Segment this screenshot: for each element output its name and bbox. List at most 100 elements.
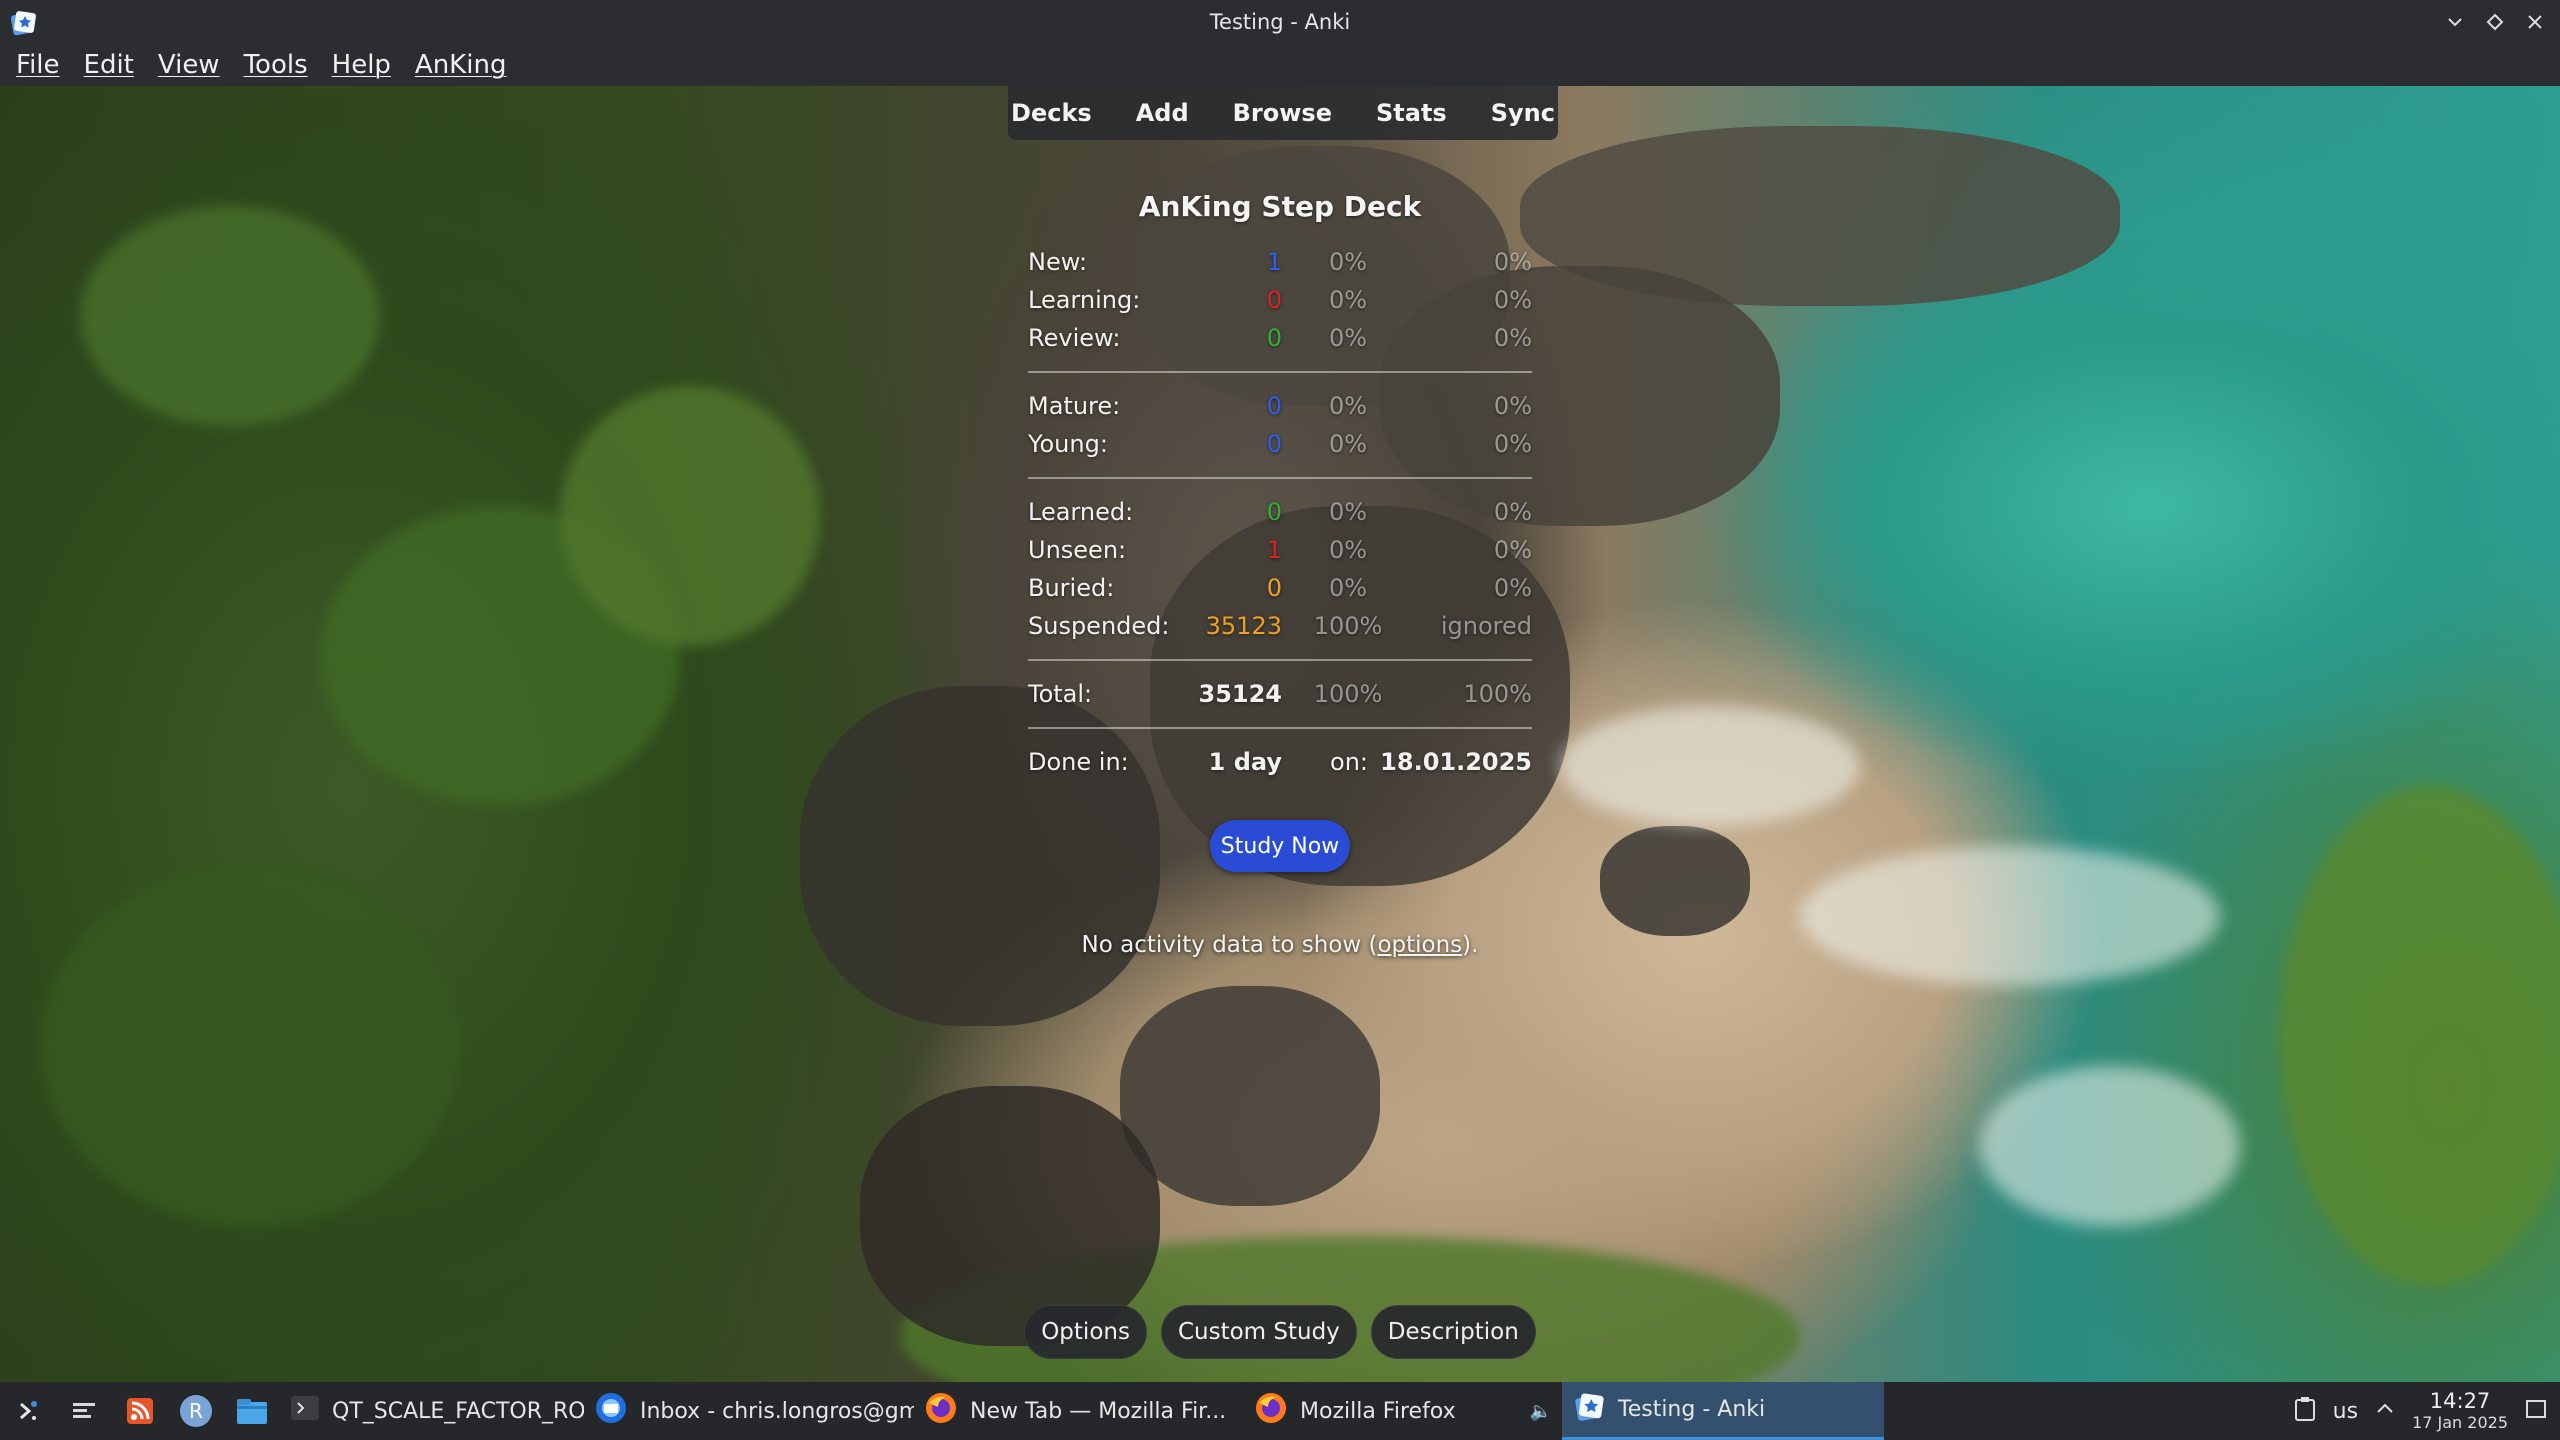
menu-anking[interactable]: AnKing xyxy=(415,50,519,80)
stat-unseen: Unseen: 1 0% 0% xyxy=(1028,531,1532,569)
menu-tools[interactable]: Tools xyxy=(244,50,320,80)
divider xyxy=(1028,371,1532,373)
task-label: QT_SCALE_FACTOR_ROUN... xyxy=(332,1398,584,1424)
tray-expand-icon[interactable] xyxy=(2374,1398,2396,1424)
stat-young: Young: 0 0% 0% xyxy=(1028,425,1532,463)
taskbar: R QT_SCALE_FACTOR_ROUN... Inbox - chris.… xyxy=(0,1382,2560,1440)
menu-help[interactable]: Help xyxy=(332,50,403,80)
stat-percent: 0% xyxy=(1493,286,1532,314)
stat-percent: 0% xyxy=(1328,324,1368,352)
taskbar-task-terminal[interactable]: QT_SCALE_FACTOR_ROUN... xyxy=(280,1382,584,1440)
stat-percent: 0% xyxy=(1493,536,1532,564)
stat-value: 35123 xyxy=(1205,612,1282,640)
close-icon[interactable] xyxy=(2524,6,2546,38)
window-titlebar: Testing - Anki xyxy=(0,0,2560,44)
taskbar-task-thunderbird[interactable]: Inbox - chris.longros@gm... xyxy=(584,1382,914,1440)
anki-icon xyxy=(1572,1390,1606,1430)
stat-value: 0 xyxy=(1266,430,1282,458)
stat-percent: 100% xyxy=(1313,680,1383,708)
rstudio-icon[interactable]: R xyxy=(168,1382,224,1440)
main-toolbar: Decks Add Browse Stats Sync xyxy=(1008,86,1558,140)
options-button[interactable]: Options xyxy=(1024,1305,1147,1359)
activity-options-link[interactable]: options xyxy=(1377,932,1462,958)
activity-suffix: ). xyxy=(1462,932,1479,958)
terminal-icon xyxy=(290,1393,320,1429)
svg-text:R: R xyxy=(189,1399,203,1423)
stat-percent: 0% xyxy=(1493,498,1532,526)
toolbar-decks[interactable]: Decks xyxy=(989,99,1114,127)
maximize-icon[interactable] xyxy=(2484,6,2506,38)
activity-text: No activity data to show ( xyxy=(1081,932,1378,958)
stat-learning: Learning: 0 0% 0% xyxy=(1028,281,1532,319)
stat-percent: 0% xyxy=(1328,536,1368,564)
stat-mature: Mature: 0 0% 0% xyxy=(1028,387,1532,425)
task-label: New Tab — Mozilla Fir... xyxy=(970,1398,1227,1424)
audio-playing-icon[interactable]: 🔈 xyxy=(1530,1401,1552,1422)
firefox-icon xyxy=(1254,1391,1288,1431)
task-label: Testing - Anki xyxy=(1618,1397,1766,1422)
stat-label: Unseen: xyxy=(1028,536,1127,564)
custom-study-button[interactable]: Custom Study xyxy=(1160,1305,1357,1359)
stat-buried: Buried: 0 0% 0% xyxy=(1028,569,1532,607)
stat-percent: 0% xyxy=(1328,248,1368,276)
stat-value: 35124 xyxy=(1198,680,1283,708)
stat-label: Buried: xyxy=(1028,574,1115,602)
file-manager-icon[interactable] xyxy=(224,1382,280,1440)
toolbar-stats[interactable]: Stats xyxy=(1354,99,1469,127)
stat-label: Learning: xyxy=(1028,286,1141,314)
taskbar-task-anki[interactable]: Testing - Anki xyxy=(1562,1382,1884,1440)
deck-title: AnKing Step Deck xyxy=(1138,190,1422,223)
toolbar-browse[interactable]: Browse xyxy=(1211,99,1354,127)
stat-percent: 100% xyxy=(1313,612,1383,640)
show-desktop-icon[interactable] xyxy=(2524,1397,2548,1425)
activity-message: No activity data to show (options). xyxy=(1060,932,1500,958)
toolbar-sync[interactable]: Sync xyxy=(1469,99,1577,127)
minimize-icon[interactable] xyxy=(2444,6,2466,38)
stat-value: 0 xyxy=(1266,324,1282,352)
menu-file[interactable]: File xyxy=(16,50,72,80)
task-label: Inbox - chris.longros@gm... xyxy=(640,1398,914,1424)
divider xyxy=(1028,477,1532,479)
anki-app-icon[interactable] xyxy=(8,8,38,38)
stat-value: 0 xyxy=(1266,498,1282,526)
stat-value: 1 xyxy=(1266,536,1282,564)
stat-label: Suspended: xyxy=(1028,612,1170,640)
deck-overview: AnKing Step Deck New: 1 0% 0% Learning: … xyxy=(1028,190,1532,781)
stat-total: Total: 35124 100% 100% xyxy=(1028,675,1532,713)
task-manager-icon[interactable] xyxy=(56,1382,112,1440)
stat-percent: 0% xyxy=(1493,430,1532,458)
keyboard-layout[interactable]: us xyxy=(2333,1399,2358,1424)
clipboard-icon[interactable] xyxy=(2293,1396,2317,1426)
menu-view[interactable]: View xyxy=(158,50,232,80)
system-tray: us 14:27 17 Jan 2025 xyxy=(2293,1391,2560,1431)
clock[interactable]: 14:27 17 Jan 2025 xyxy=(2412,1391,2508,1431)
stat-percent: 0% xyxy=(1493,392,1532,420)
stat-percent: 0% xyxy=(1328,430,1368,458)
taskbar-task-firefox[interactable]: Mozilla Firefox 🔈 xyxy=(1244,1382,1562,1440)
stat-label: Total: xyxy=(1028,680,1093,708)
stat-label: Learned: xyxy=(1028,498,1134,526)
stat-percent: 0% xyxy=(1328,286,1368,314)
stat-value: 1 xyxy=(1266,248,1282,276)
menu-edit[interactable]: Edit xyxy=(84,50,146,80)
stat-label: Young: xyxy=(1028,430,1108,458)
toolbar-add[interactable]: Add xyxy=(1114,99,1211,127)
stat-percent: 100% xyxy=(1463,680,1532,708)
stat-percent: 0% xyxy=(1328,392,1368,420)
stat-value: 0 xyxy=(1266,392,1282,420)
app-launcher-icon[interactable] xyxy=(0,1382,56,1440)
stat-suspended: Suspended: 35123 100% ignored xyxy=(1028,607,1532,645)
thunderbird-icon xyxy=(594,1391,628,1431)
taskbar-task-firefox-newtab[interactable]: New Tab — Mozilla Fir... 🔈 xyxy=(914,1382,1244,1440)
stat-new: New: 1 0% 0% xyxy=(1028,243,1532,281)
clock-date: 17 Jan 2025 xyxy=(2412,1413,2508,1432)
study-now-button[interactable]: Study Now xyxy=(1210,820,1350,872)
divider xyxy=(1028,727,1532,729)
description-button[interactable]: Description xyxy=(1370,1305,1536,1359)
stat-review: Review: 0 0% 0% xyxy=(1028,319,1532,357)
stat-learned: Learned: 0 0% 0% xyxy=(1028,493,1532,531)
stat-label: Mature: xyxy=(1028,392,1121,420)
rss-reader-icon[interactable] xyxy=(112,1382,168,1440)
divider xyxy=(1028,659,1532,661)
stat-percent: 0% xyxy=(1493,248,1532,276)
